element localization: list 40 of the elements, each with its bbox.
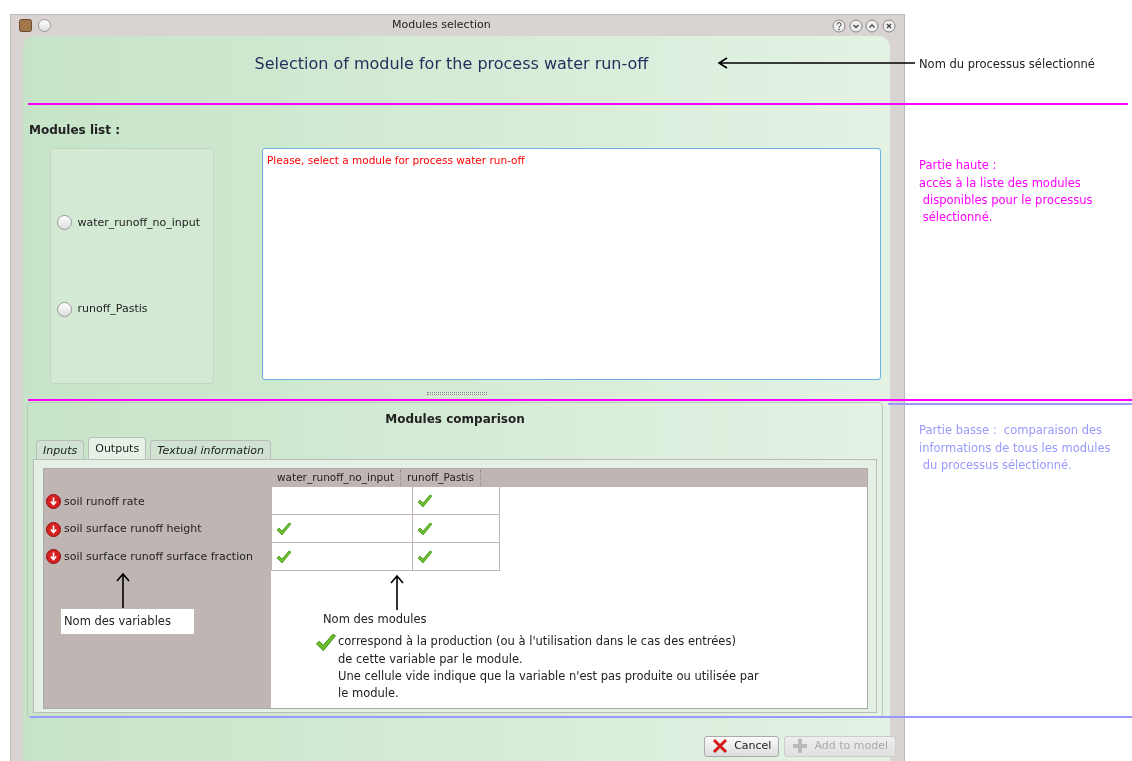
window-title: Modules selection: [391, 17, 492, 34]
plus-icon: [792, 738, 809, 754]
legend-text: correspond à la production (ou à l'utilisation dans le cas des entrées) de cette variable par le module. Une cellule vide indique que la variable n'est pas produite ou utilisée par le module.: [338, 633, 759, 702]
radio-button[interactable]: [57, 301, 72, 317]
radio-label[interactable]: water_runoff_no_input: [77, 214, 201, 231]
menu-button[interactable]: [38, 19, 51, 32]
close-icon[interactable]: [882, 18, 896, 33]
annotation-label: Nom des modules: [323, 611, 428, 628]
app-icon: [19, 19, 32, 32]
help-icon[interactable]: [831, 18, 846, 33]
check-icon: [276, 521, 292, 536]
tab[interactable]: Outputs: [88, 437, 147, 459]
comparison-title: Modules comparison: [385, 412, 525, 426]
annotation-arrow: [116, 572, 130, 609]
cancel-icon: [712, 738, 729, 754]
cancel-button[interactable]: Cancel: [704, 735, 780, 757]
minimize-icon[interactable]: [848, 18, 863, 33]
check-icon: [276, 549, 292, 564]
tab[interactable]: Inputs: [36, 440, 85, 459]
annotation-label: Nom du processus sélectionné: [919, 56, 1096, 73]
check-icon: [417, 549, 433, 564]
splitter-handle[interactable]: [426, 391, 487, 395]
variable-name: soil runoff rate: [64, 493, 145, 510]
radio-label[interactable]: runoff_Pastis: [77, 301, 148, 318]
column-header[interactable]: water_runoff_no_input: [271, 470, 402, 486]
modules-list-label: Modules list :: [29, 123, 120, 137]
annotation-arrow: [390, 574, 404, 611]
variable-name: soil surface runoff surface fraction: [64, 548, 253, 565]
variable-name: soil surface runoff height: [64, 521, 202, 537]
annotation-label: Nom des variables: [61, 608, 194, 634]
annotation-text: Partie basse : comparaison des informations de tous les modules du processus sélectionné.: [919, 422, 1112, 474]
radio-button[interactable]: [57, 215, 72, 231]
prompt-message: Please, select a module for process water run-off: [267, 154, 525, 166]
dialog-heading: Selection of module for the process water run-off: [254, 54, 649, 73]
check-icon: [417, 493, 433, 508]
column-header[interactable]: runoff_Pastis: [401, 470, 481, 486]
check-icon: [315, 633, 337, 653]
check-icon: [417, 521, 433, 536]
tab[interactable]: Textual information: [150, 440, 272, 459]
annotation-text: Partie haute : accès à la liste des modules disponibles pour le processus sélectionné.: [919, 157, 1094, 226]
